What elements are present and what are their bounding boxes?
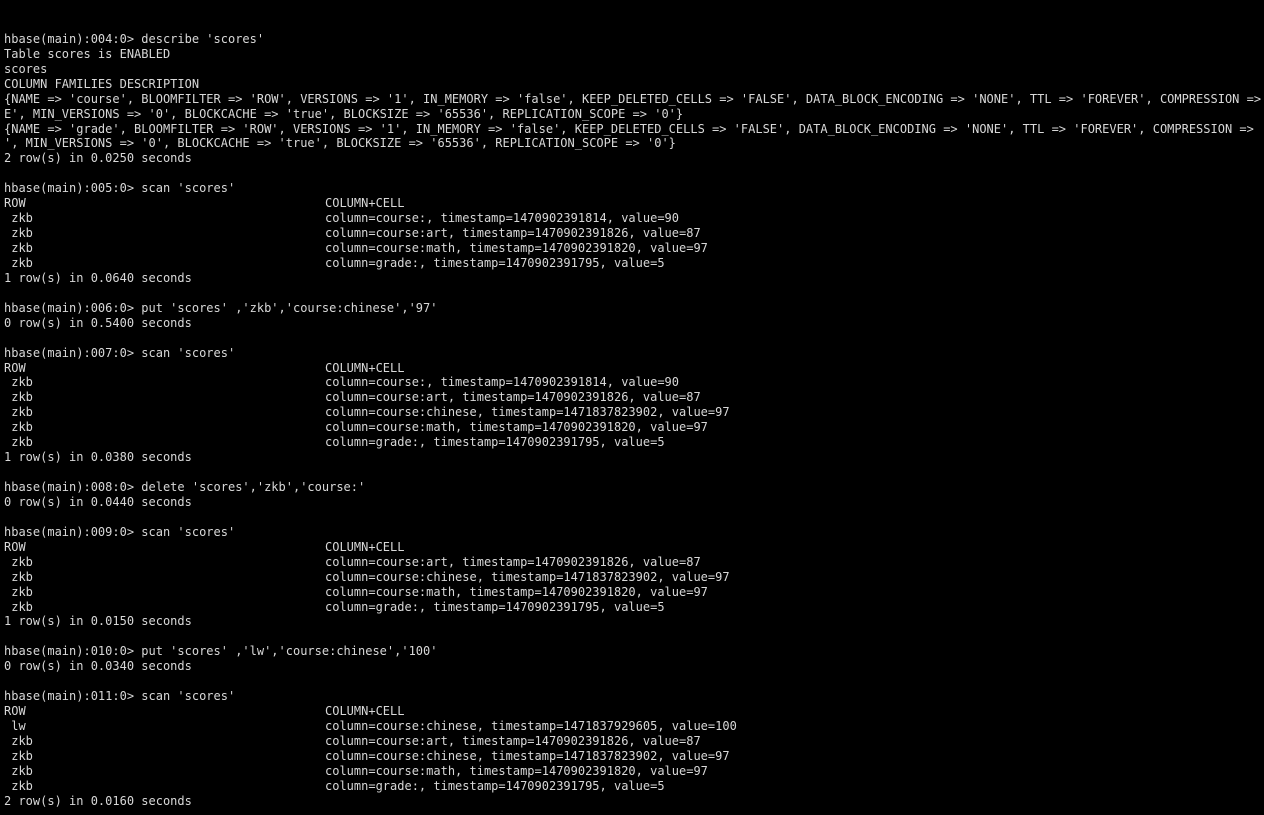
column-cell: column=course:art, timestamp=14709023918… [325, 226, 701, 241]
row-key: zkb [4, 211, 33, 226]
scan-result-row: zkb column=course:chinese, timestamp=1471… [4, 570, 1264, 585]
row-key: ROW [4, 360, 26, 375]
command-line[interactable]: hbase(main):011:0> scan 'scores' [4, 689, 1264, 704]
row-key: zkb [4, 778, 33, 793]
row-key: zkb [4, 390, 33, 405]
result-summary-line: 1 row(s) in 0.0380 seconds [4, 450, 192, 465]
row-key: zkb [4, 599, 33, 614]
column-cell: column=course:chinese, timestamp=1471837… [325, 569, 730, 584]
command-line[interactable]: hbase(main):010:0> put 'scores' ,'lw','c… [4, 644, 1264, 659]
row-key: zkb [4, 748, 33, 763]
scan-result-row: zkb column=course:math, timestamp=1470902… [4, 585, 1264, 600]
row-key: ROW [4, 704, 26, 719]
command-line[interactable]: hbase(main):009:0> scan 'scores' [4, 525, 1264, 540]
command-line[interactable]: hbase(main):004:0> describe 'scores' [4, 32, 1264, 47]
column-cell: column=course:math, timestamp=1470902391… [325, 241, 708, 256]
scan-result-row: zkb column=course:chinese, timestamp=1471… [4, 405, 1264, 420]
row-key: zkb [4, 435, 33, 450]
terminal-output: hbase(main):004:0> describe 'scores' Tabl… [4, 32, 1264, 815]
row-key: zkb [4, 420, 33, 435]
output-line: Table scores is ENABLED [4, 46, 171, 61]
scan-result-row: zkb column=course:math, timestamp=1470902… [4, 764, 1264, 779]
column-cell: column=course:chinese, timestamp=1471837… [325, 719, 737, 734]
row-key: zkb [4, 569, 33, 584]
output-line: E', MIN_VERSIONS => '0', BLOCKCACHE => '… [4, 106, 684, 121]
scan-result-row: zkb column=grade:, timestamp=147090239179… [4, 435, 1264, 450]
result-summary-line: 2 row(s) in 0.0160 seconds [4, 793, 192, 808]
scan-result-row: zkb column=grade:, timestamp=147090239179… [4, 779, 1264, 794]
column-cell: column=grade:, timestamp=1470902391795, … [325, 778, 665, 793]
output-line: COLUMN FAMILIES DESCRIPTION [4, 76, 200, 91]
row-key: zkb [4, 375, 33, 390]
column-cell: column=course:art, timestamp=14709023918… [325, 733, 701, 748]
terminal-screen[interactable]: hbase(main):004:0> describe 'scores' Tabl… [0, 0, 1264, 815]
scan-header-row: ROW COLUMN+CELL [4, 196, 1264, 211]
scan-header-row: ROW COLUMN+CELL [4, 540, 1264, 555]
column-cell: COLUMN+CELL [325, 539, 405, 554]
row-key: zkb [4, 554, 33, 569]
row-key: ROW [4, 196, 26, 211]
column-cell: column=grade:, timestamp=1470902391795, … [325, 255, 665, 270]
output-line: 2 row(s) in 0.0250 seconds [4, 151, 192, 166]
command-line[interactable]: hbase(main):007:0> scan 'scores' [4, 346, 1264, 361]
output-line: 0 row(s) in 0.0340 seconds [4, 659, 192, 674]
scan-result-row: zkb column=course:, timestamp=14709023918… [4, 375, 1264, 390]
scan-result-row: zkb column=course:, timestamp=14709023918… [4, 211, 1264, 226]
scan-result-row: zkb column=grade:, timestamp=147090239179… [4, 256, 1264, 271]
row-key: lw [4, 719, 26, 734]
scan-result-row: zkb column=course:art, timestamp=14709023… [4, 390, 1264, 405]
output-line: 0 row(s) in 0.5400 seconds [4, 315, 192, 330]
scan-result-row: zkb column=grade:, timestamp=147090239179… [4, 600, 1264, 615]
column-cell: column=grade:, timestamp=1470902391795, … [325, 599, 665, 614]
scan-result-row: zkb column=course:math, timestamp=1470902… [4, 420, 1264, 435]
column-cell: column=course:art, timestamp=14709023918… [325, 390, 701, 405]
command-line[interactable]: hbase(main):006:0> put 'scores' ,'zkb','… [4, 301, 1264, 316]
column-cell: COLUMN+CELL [325, 360, 405, 375]
row-key: zkb [4, 255, 33, 270]
scan-result-row: zkb column=course:art, timestamp=14709023… [4, 555, 1264, 570]
column-cell: COLUMN+CELL [325, 196, 405, 211]
output-line: ', MIN_VERSIONS => '0', BLOCKCACHE => 't… [4, 136, 676, 151]
column-cell: column=course:chinese, timestamp=1471837… [325, 748, 730, 763]
scan-header-row: ROW COLUMN+CELL [4, 361, 1264, 376]
column-cell: column=course:math, timestamp=1470902391… [325, 584, 708, 599]
row-key: zkb [4, 763, 33, 778]
row-key: zkb [4, 241, 33, 256]
scan-result-row: zkb column=course:math, timestamp=1470902… [4, 241, 1264, 256]
output-line: {NAME => 'grade', BLOOMFILTER => 'ROW', … [4, 121, 1264, 136]
column-cell: column=course:math, timestamp=1470902391… [325, 420, 708, 435]
row-key: zkb [4, 405, 33, 420]
column-cell: column=course:chinese, timestamp=1471837… [325, 405, 730, 420]
command-line[interactable]: hbase(main):005:0> scan 'scores' [4, 181, 1264, 196]
row-key: ROW [4, 539, 26, 554]
column-cell: column=course:, timestamp=1470902391814,… [325, 375, 680, 390]
column-cell: column=course:art, timestamp=14709023918… [325, 554, 701, 569]
scan-result-row: zkb column=course:chinese, timestamp=1471… [4, 749, 1264, 764]
scan-result-row: lw column=course:chinese, timestamp=14718… [4, 719, 1264, 734]
row-key: zkb [4, 226, 33, 241]
scan-header-row: ROW COLUMN+CELL [4, 704, 1264, 719]
scan-result-row: zkb column=course:art, timestamp=14709023… [4, 734, 1264, 749]
scan-result-row: zkb column=course:art, timestamp=14709023… [4, 226, 1264, 241]
row-key: zkb [4, 733, 33, 748]
output-line: scores [4, 61, 48, 76]
column-cell: column=course:, timestamp=1470902391814,… [325, 211, 680, 226]
result-summary-line: 1 row(s) in 0.0150 seconds [4, 614, 192, 629]
column-cell: column=course:math, timestamp=1470902391… [325, 763, 708, 778]
output-line: 0 row(s) in 0.0440 seconds [4, 494, 192, 509]
column-cell: column=grade:, timestamp=1470902391795, … [325, 435, 665, 450]
row-key: zkb [4, 584, 33, 599]
column-cell: COLUMN+CELL [325, 704, 405, 719]
output-line: {NAME => 'course', BLOOMFILTER => 'ROW',… [4, 91, 1264, 106]
result-summary-line: 1 row(s) in 0.0640 seconds [4, 270, 192, 285]
command-line[interactable]: hbase(main):008:0> delete 'scores','zkb'… [4, 480, 1264, 495]
